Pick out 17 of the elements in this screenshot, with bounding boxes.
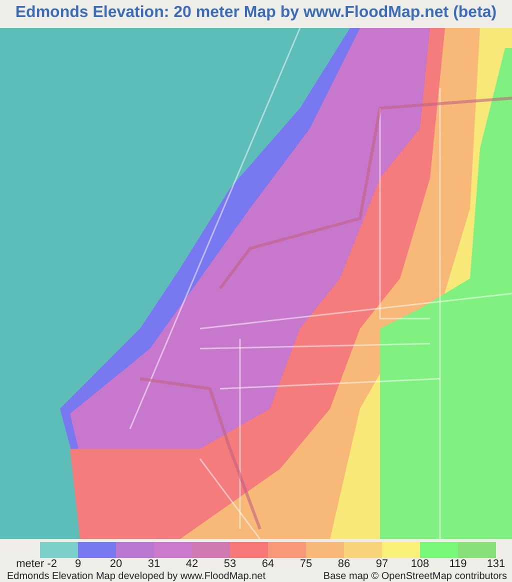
legend-label: 64 bbox=[262, 558, 274, 571]
legend-label: -2 bbox=[47, 558, 57, 571]
legend-label: 75 bbox=[300, 558, 312, 571]
map-title: Edmonds Elevation: 20 meter Map by www.FloodMap.net (beta) bbox=[14, 3, 498, 23]
legend-label: 31 bbox=[148, 558, 160, 571]
legend-label: 119 bbox=[449, 558, 467, 571]
unit-label: meter bbox=[16, 558, 44, 571]
credit-text: Edmonds Elevation Map developed by www.FloodMap.net bbox=[7, 571, 266, 582]
legend-label: 20 bbox=[110, 558, 122, 571]
legend-label: 131 bbox=[486, 558, 506, 571]
legend-label: 9 bbox=[74, 558, 82, 571]
legend-label: 53 bbox=[224, 558, 236, 571]
attribution-text: Base map © OpenStreetMap contributors bbox=[323, 571, 507, 582]
legend-label: 42 bbox=[186, 558, 198, 571]
legend-label: 86 bbox=[338, 558, 350, 571]
legend-label: 97 bbox=[376, 558, 388, 571]
legend-label: 108 bbox=[410, 558, 430, 571]
